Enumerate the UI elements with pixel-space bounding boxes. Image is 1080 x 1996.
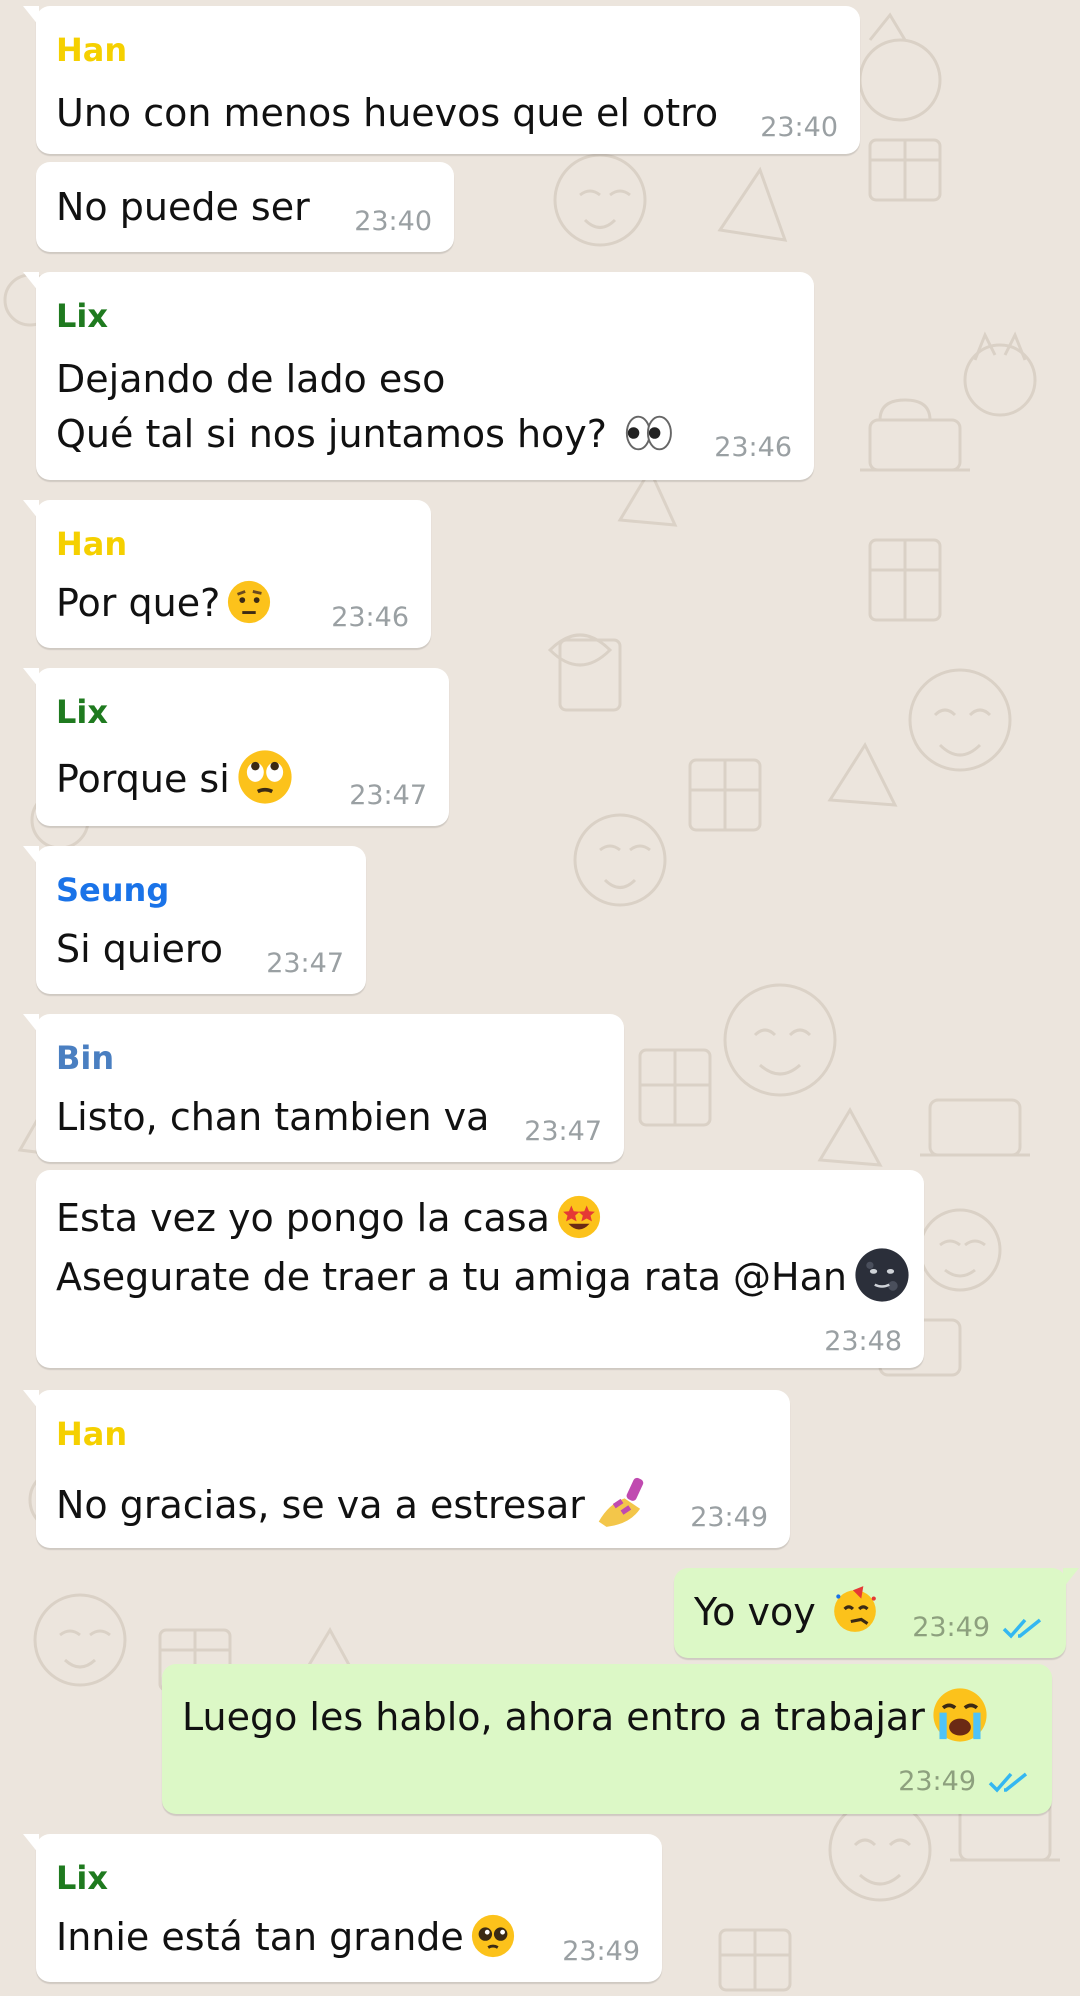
message-time: 23:49: [898, 1766, 976, 1797]
message-line: Dejando de lado eso: [56, 357, 446, 401]
message-time: 23:40: [760, 112, 838, 143]
sender-name: Bin: [56, 1039, 115, 1077]
message-incoming[interactable]: Esta vez yo pongo la casa Asegurate de t…: [36, 1170, 924, 1368]
message-text: Luego les hablo, ahora entro a trabajar: [182, 1686, 989, 1744]
message-text: Innie está tan grande: [56, 1910, 516, 1964]
message-text: Uno con menos huevos que el otro: [56, 91, 719, 135]
pleading-face-emoji: [471, 1914, 514, 1958]
message-incoming[interactable]: Han Uno con menos huevos que el otro 23:…: [23, 6, 860, 154]
message-time: 23:46: [714, 432, 792, 463]
message-time: 23:47: [349, 780, 427, 811]
star-struck-emoji: [557, 1195, 600, 1239]
message-time: 23:48: [824, 1326, 902, 1357]
message-incoming[interactable]: Lix Porque si 23:47: [23, 668, 449, 826]
message-text-content: Yo voy: [694, 1590, 816, 1634]
message-line: Esta vez yo pongo la casa: [56, 1196, 550, 1240]
message-time: 23:47: [266, 948, 344, 979]
message-time: 23:47: [524, 1116, 602, 1147]
message-text: No puede ser: [56, 185, 310, 229]
message-text: Dejando de lado eso Qué tal si nos junta…: [56, 352, 679, 462]
sender-name: Han: [56, 31, 128, 69]
nail-polish-emoji: [598, 1477, 644, 1527]
sender-name: Seung: [56, 871, 170, 909]
raised-eyebrow-emoji: [228, 580, 271, 624]
message-incoming[interactable]: Lix Dejando de lado eso Qué tal si nos j…: [23, 272, 814, 480]
message-incoming[interactable]: Han Por que? 23:46: [23, 500, 431, 648]
message-outgoing[interactable]: Yo voy 23:49: [674, 1568, 1079, 1658]
message-incoming[interactable]: Bin Listo, chan tambien va 23:47: [23, 1014, 624, 1162]
sender-name: Lix: [56, 297, 108, 335]
loudly-crying-emoji: [933, 1688, 987, 1742]
message-text-content: Por que?: [56, 581, 221, 625]
message-text: Esta vez yo pongo la casa Asegurate de t…: [56, 1190, 911, 1305]
sender-name: Han: [56, 1415, 128, 1453]
message-text: No gracias, se va a estresar: [56, 1470, 653, 1532]
message-text-content: Innie está tan grande: [56, 1915, 464, 1959]
message-text-content: Luego les hablo, ahora entro a trabajar: [182, 1695, 925, 1739]
sender-name: Lix: [56, 693, 108, 731]
eyes-emoji: [625, 415, 672, 451]
sender-name: Lix: [56, 1859, 108, 1897]
message-text-content: No gracias, se va a estresar: [56, 1483, 585, 1527]
message-text-content: Porque si: [56, 757, 230, 801]
message-time: 23:46: [331, 602, 409, 633]
message-incoming[interactable]: Seung Si quiero 23:47: [23, 846, 366, 994]
message-line: Asegurate de traer a tu amiga rata @Han: [56, 1255, 848, 1299]
message-line: Qué tal si nos juntamos hoy?: [56, 412, 607, 456]
message-time: 23:49: [690, 1502, 768, 1533]
partying-face-emoji: [833, 1586, 876, 1632]
message-time: 23:49: [912, 1612, 990, 1643]
message-time: 23:49: [562, 1936, 640, 1967]
message-text: Por que?: [56, 576, 272, 630]
message-time: 23:40: [354, 206, 432, 237]
message-text: Yo voy: [694, 1584, 880, 1639]
message-incoming[interactable]: Han No gracias, se va a estresar 23:49: [23, 1390, 790, 1548]
message-text: Listo, chan tambien va: [56, 1095, 490, 1139]
sender-name: Han: [56, 525, 128, 563]
message-text: Porque si: [56, 748, 294, 806]
message-text: Si quiero: [56, 927, 223, 971]
message-incoming[interactable]: Lix Innie está tan grande 23:49: [23, 1834, 662, 1982]
read-receipt-icon: [988, 1772, 1028, 1793]
chat-messages[interactable]: Han Uno con menos huevos que el otro 23:…: [0, 0, 1080, 1996]
message-outgoing[interactable]: Luego les hablo, ahora entro a trabajar …: [162, 1664, 1052, 1814]
new-moon-face-emoji: [855, 1248, 909, 1302]
rolling-eyes-emoji: [238, 750, 292, 804]
read-receipt-icon: [1002, 1618, 1042, 1639]
message-incoming[interactable]: No puede ser 23:40: [36, 162, 454, 252]
